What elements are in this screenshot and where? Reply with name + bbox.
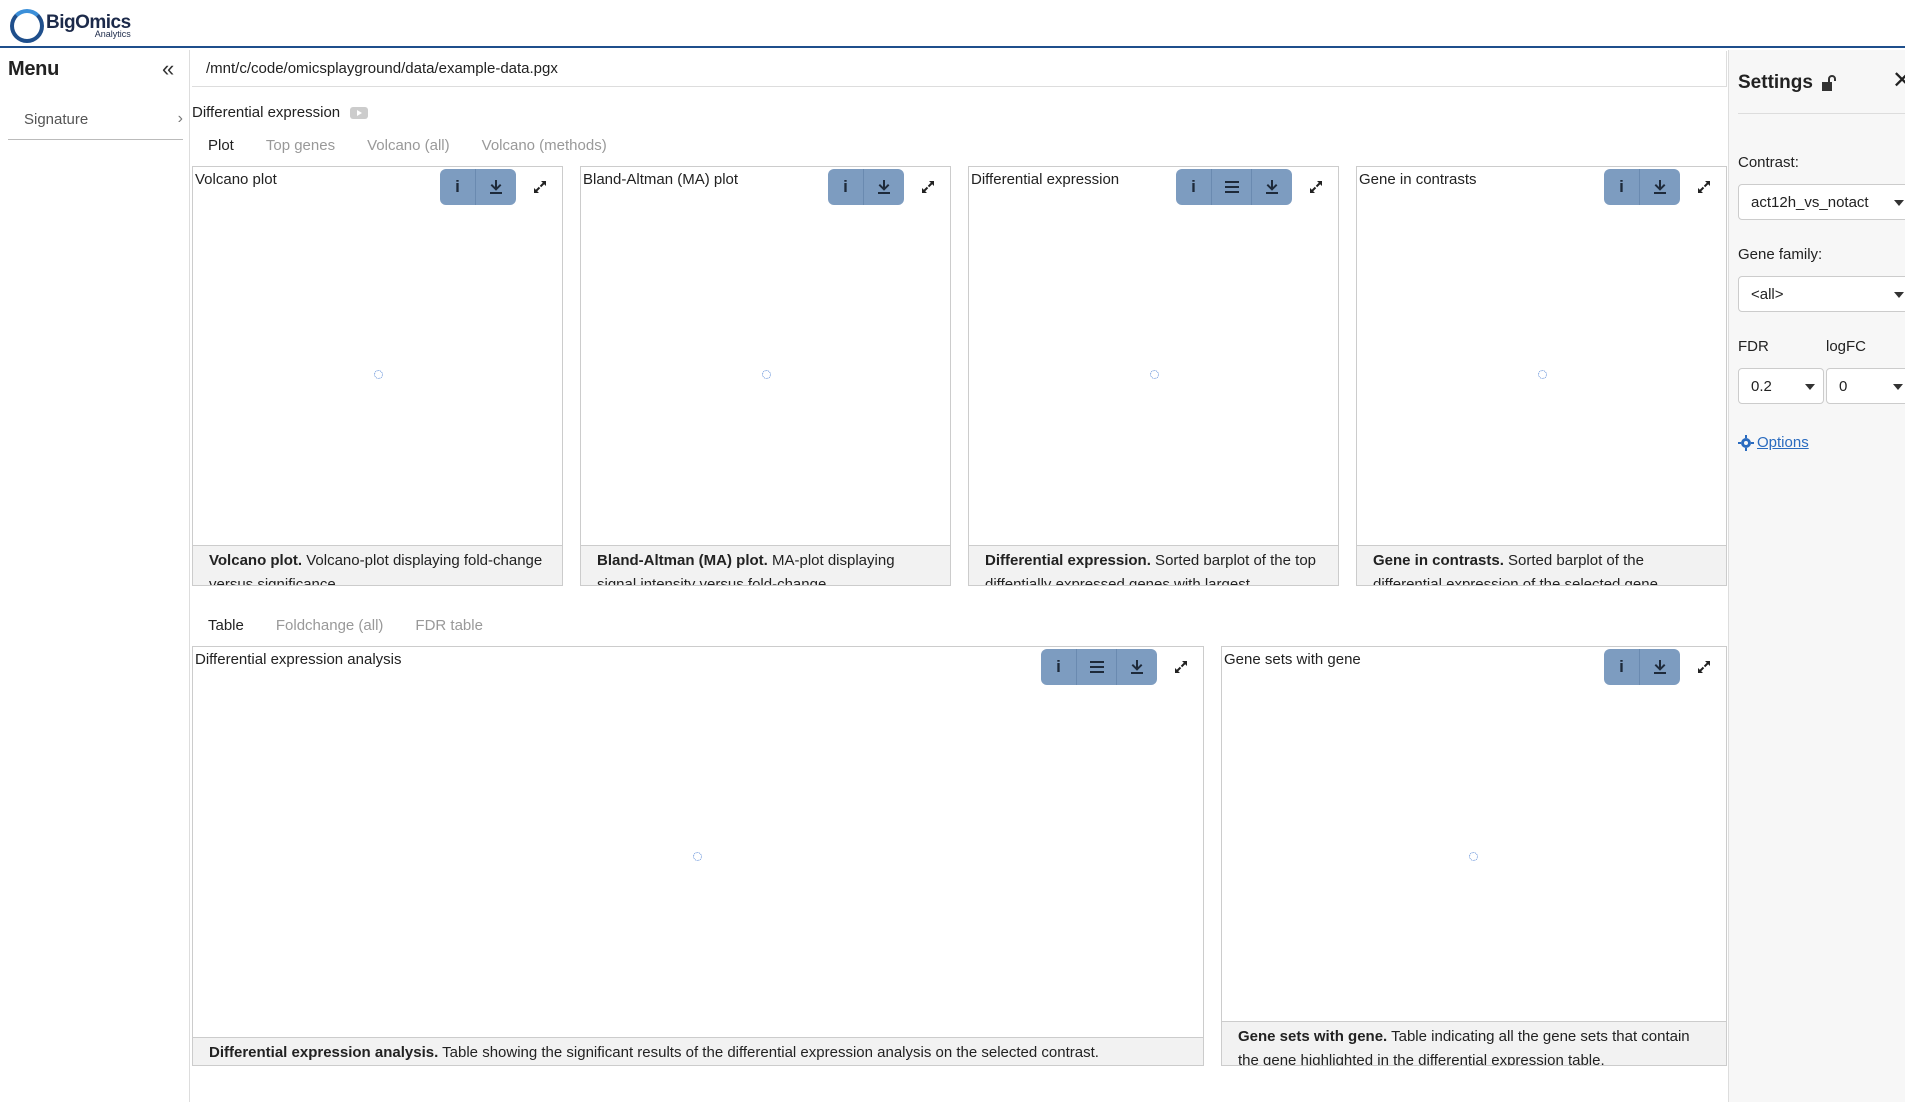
download-icon [878,180,890,194]
plot-tabs: Plot Top genes Volcano (all) Volcano (me… [192,130,623,160]
expand-icon [1698,661,1710,673]
main-content: /mnt/c/code/omicsplayground/data/example… [190,50,1728,1102]
gene-family-select[interactable]: <all> [1738,276,1905,312]
card-caption: Volcano plot. Volcano-plot displaying fo… [193,545,562,585]
gear-icon [1738,434,1754,451]
volcano-plot-card: Volcano plot i Volcano plot. Volcano-plo… [192,166,563,586]
download-button[interactable] [1252,169,1292,205]
loading-spinner-icon [374,370,383,379]
expand-icon [1310,181,1322,193]
caret-down-icon [1805,384,1815,390]
top-bar: BigOmics Analytics [0,0,1905,48]
caret-down-icon [1894,200,1904,206]
expand-icon [922,181,934,193]
settings-title: Settings [1738,72,1837,94]
differential-expression-card: Differential expression i Differential e… [968,166,1339,586]
gene-in-contrasts-card: Gene in contrasts i Gene in contrasts. S… [1356,166,1727,586]
card-caption: Gene in contrasts. Sorted barplot of the… [1357,545,1726,585]
card-title: Differential expression [971,171,1120,188]
expand-button[interactable] [916,175,940,199]
bigomics-logo[interactable]: BigOmics Analytics [10,9,131,43]
download-icon [1654,180,1666,194]
table-tabs: Table Foldchange (all) FDR table [192,610,499,640]
card-title: Gene sets with gene [1224,651,1361,668]
download-icon [1266,180,1278,194]
caret-down-icon [1893,384,1903,390]
download-icon [1131,660,1143,674]
logfc-label: logFC [1826,338,1867,355]
download-button[interactable] [476,169,516,205]
fdr-select[interactable]: 0.2 [1738,368,1824,404]
tab-table[interactable]: Table [192,617,260,634]
info-button[interactable]: i [828,169,864,205]
card-title: Bland-Altman (MA) plot [583,171,739,188]
sidebar-item-signature[interactable]: Signature › [8,100,183,140]
tab-plot[interactable]: Plot [192,137,250,154]
download-icon [490,180,502,194]
module-title: Differential expression [192,104,369,121]
unlock-icon[interactable] [1819,74,1837,92]
download-button[interactable] [1117,649,1157,685]
card-title: Volcano plot [195,171,277,188]
tab-foldchange-all[interactable]: Foldchange (all) [260,617,400,634]
loading-spinner-icon [762,370,771,379]
hamburger-icon [1224,181,1239,193]
tab-top-genes[interactable]: Top genes [250,137,351,154]
sidebar-item-label: Signature [24,111,89,128]
settings-panel: Settings ✕ Contrast: act12h_vs_notact Ge… [1728,50,1905,1102]
dataset-path: /mnt/c/code/omicsplayground/data/example… [192,51,1727,87]
options-menu-button[interactable] [1212,169,1252,205]
menu-title: Menu [8,58,60,80]
card-caption: Differential expression. Sorted barplot … [969,545,1338,585]
loading-spinner-icon [693,852,702,861]
close-settings-icon[interactable]: ✕ [1892,66,1905,95]
expand-button[interactable] [1692,655,1716,679]
download-button[interactable] [864,169,904,205]
card-title: Differential expression analysis [195,651,402,668]
gene-family-label: Gene family: [1738,246,1823,263]
card-caption: Bland-Altman (MA) plot. MA-plot displayi… [581,545,950,585]
download-button[interactable] [1640,169,1680,205]
info-button[interactable]: i [440,169,476,205]
expand-button[interactable] [528,175,552,199]
module-title-text: Differential expression [192,104,341,121]
ma-plot-card: Bland-Altman (MA) plot i Bland-Altman (M… [580,166,951,586]
differential-expression-analysis-card: Differential expression analysis i Diffe… [192,646,1204,1066]
expand-icon [534,181,546,193]
left-sidebar: Menu « Signature › [0,50,190,1102]
info-button[interactable]: i [1604,169,1640,205]
hamburger-icon [1089,661,1104,673]
expand-button[interactable] [1169,655,1193,679]
options-menu-button[interactable] [1077,649,1117,685]
card-title: Gene in contrasts [1359,171,1477,188]
caret-down-icon [1894,292,1904,298]
expand-icon [1698,181,1710,193]
loading-spinner-icon [1469,852,1478,861]
download-icon [1654,660,1666,674]
contrast-select[interactable]: act12h_vs_notact [1738,184,1905,220]
expand-icon [1175,661,1187,673]
tab-fdr-table[interactable]: FDR table [399,617,499,634]
expand-button[interactable] [1692,175,1716,199]
gene-sets-with-gene-card: Gene sets with gene i Gene sets with gen… [1221,646,1727,1066]
collapse-sidebar-icon[interactable]: « [162,56,174,82]
info-button[interactable]: i [1176,169,1212,205]
video-tutorial-icon[interactable] [350,106,369,119]
logfc-select[interactable]: 0 [1826,368,1905,404]
fdr-label: FDR [1738,338,1769,355]
contrast-label: Contrast: [1738,154,1799,171]
info-button[interactable]: i [1604,649,1640,685]
logo-ring-icon [10,9,44,43]
card-caption: Gene sets with gene. Table indicating al… [1222,1021,1726,1065]
info-button[interactable]: i [1041,649,1077,685]
options-link[interactable]: Options [1738,434,1809,451]
tab-volcano-methods[interactable]: Volcano (methods) [466,137,623,154]
card-caption: Differential expression analysis. Table … [193,1037,1203,1065]
chevron-right-icon: › [177,110,183,127]
loading-spinner-icon [1150,370,1159,379]
download-button[interactable] [1640,649,1680,685]
expand-button[interactable] [1304,175,1328,199]
tab-volcano-all[interactable]: Volcano (all) [351,137,466,154]
loading-spinner-icon [1538,370,1547,379]
